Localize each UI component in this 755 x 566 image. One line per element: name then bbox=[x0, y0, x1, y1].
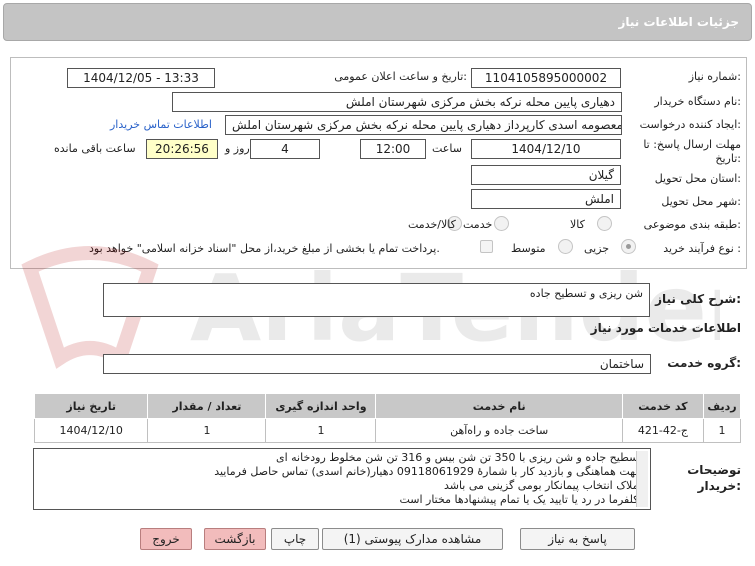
buyer-notes-label: توضیحات bbox=[687, 463, 741, 477]
table-header-row: تاریخ نیاز تعداد / مقدار واحد اندازه گیر… bbox=[33, 393, 742, 419]
cell-quantity: 1 bbox=[147, 418, 267, 443]
reply-button[interactable]: پاسخ به نیاز bbox=[520, 528, 635, 550]
col-service-name: نام خدمت bbox=[375, 393, 623, 419]
col-service-code: کد خدمت bbox=[621, 393, 704, 419]
deadline-label: مهلت ارسال پاسخ: تا bbox=[643, 138, 741, 151]
days-label: روز و bbox=[225, 142, 250, 155]
buyer-field: دهیاری پایین محله نرکه بخش مرکزی شهرستان… bbox=[172, 92, 622, 112]
general-desc-field: شن ریزی و تسطیح جاده bbox=[103, 283, 650, 317]
back-button[interactable]: بازگشت bbox=[204, 528, 266, 550]
print-button[interactable]: چاپ bbox=[271, 528, 319, 550]
cell-service-code: ج-42-421 bbox=[621, 418, 704, 443]
creator-label: ایجاد کننده درخواست: bbox=[639, 118, 741, 131]
service-group-label: گروه خدمت: bbox=[667, 356, 741, 370]
process-radio-minor[interactable] bbox=[621, 239, 636, 254]
city-field: املش bbox=[471, 189, 621, 209]
province-field: گیلان bbox=[471, 165, 621, 185]
treasury-checkbox[interactable] bbox=[480, 240, 493, 253]
deadline-time-label: ساعت bbox=[432, 142, 462, 155]
cell-row-number: 1 bbox=[702, 418, 742, 443]
category-option-goods: کالا bbox=[570, 218, 585, 231]
process-radio-medium[interactable] bbox=[558, 239, 573, 254]
buyer-notes-label-2: خریدار: bbox=[697, 479, 741, 493]
buyer-note-line: ملاک انتخاب پیمانکار بومی گزینی می باشد. bbox=[443, 479, 642, 492]
deadline-time-field: 12:00 bbox=[360, 139, 426, 159]
buyer-notes-field: تسطیح جاده و شن ریزی با 350 تن شن بیس و … bbox=[33, 448, 651, 510]
services-table: تاریخ نیاز تعداد / مقدار واحد اندازه گیر… bbox=[33, 393, 742, 443]
remaining-time-field: 20:26:56 bbox=[146, 139, 218, 159]
service-group-field: ساختمان bbox=[103, 354, 651, 374]
process-label: نوع فرآیند خرید : bbox=[663, 242, 741, 255]
need-info-panel bbox=[10, 57, 747, 269]
need-number-label: شماره نیاز: bbox=[688, 70, 741, 83]
buyer-note-line: کلفرما در رد یا تایید یک یا تمام پیشنهاد… bbox=[399, 493, 642, 506]
creator-field: معصومه اسدی کارپرداز دهیاری پایین محله ن… bbox=[225, 115, 622, 135]
need-number-field: 1104105895000002 bbox=[471, 68, 621, 88]
category-radio-service[interactable] bbox=[494, 216, 509, 231]
notes-scrollbar[interactable] bbox=[636, 451, 648, 507]
cell-service-name: ساخت جاده و راه‌آهن bbox=[375, 418, 623, 443]
general-desc-label: شرح کلی نیاز: bbox=[655, 292, 741, 306]
category-option-service: خدمت bbox=[463, 218, 493, 231]
category-radio-goods[interactable] bbox=[597, 216, 612, 231]
category-label: طبقه بندی موضوعی: bbox=[643, 218, 741, 231]
treasury-note: پرداخت تمام یا بخشی از مبلغ خرید،از محل … bbox=[89, 242, 440, 255]
buyer-note-line: جهت هماهنگی و بازدید کار با شمارۀ 091180… bbox=[214, 465, 642, 478]
announce-label: تاریخ و ساعت اعلان عمومی: bbox=[334, 70, 467, 83]
general-desc-text: شن ریزی و تسطیح جاده bbox=[529, 287, 643, 300]
page-header: جزئيات اطلاعات نياز bbox=[3, 3, 752, 41]
remaining-days-field: 4 bbox=[250, 139, 320, 159]
services-heading: اطلاعات خدمات مورد نیاز bbox=[590, 321, 741, 335]
buyer-note-line: تسطیح جاده و شن ریزی با 350 تن شن بیس و … bbox=[275, 451, 642, 464]
table-row: 1404/12/10 1 1 ساخت جاده و راه‌آهن ج-42-… bbox=[33, 418, 742, 443]
buyer-label: نام دستگاه خریدار: bbox=[654, 95, 741, 108]
process-option-minor: جزیی bbox=[584, 242, 610, 255]
province-label: استان محل تحویل: bbox=[654, 172, 741, 185]
col-need-date: تاریخ نیاز bbox=[33, 393, 149, 419]
deadline-label-date: تاریخ: bbox=[715, 152, 741, 165]
category-option-goods-service: کالا/خدمت bbox=[408, 218, 456, 231]
remaining-label: ساعت باقی مانده bbox=[54, 142, 136, 155]
attachments-button[interactable]: مشاهده مدارک پیوستی (1) bbox=[322, 528, 503, 550]
process-option-medium: متوسط bbox=[511, 242, 546, 255]
col-quantity: تعداد / مقدار bbox=[147, 393, 267, 419]
city-label: شهر محل تحویل: bbox=[661, 195, 741, 208]
cell-unit: 1 bbox=[265, 418, 377, 443]
deadline-date-field: 1404/12/10 bbox=[471, 139, 621, 159]
col-row-number: ردیف bbox=[702, 393, 742, 419]
col-quantity-count: واحد اندازه گیری bbox=[265, 393, 377, 419]
buyer-contact-link[interactable]: اطلاعات تماس خریدار bbox=[110, 118, 212, 131]
page-title: جزئيات اطلاعات نياز bbox=[618, 15, 739, 29]
cell-need-date: 1404/12/10 bbox=[33, 418, 149, 443]
announce-datetime-field: 1404/12/05 - 13:33 bbox=[67, 68, 215, 88]
exit-button[interactable]: خروج bbox=[140, 528, 192, 550]
